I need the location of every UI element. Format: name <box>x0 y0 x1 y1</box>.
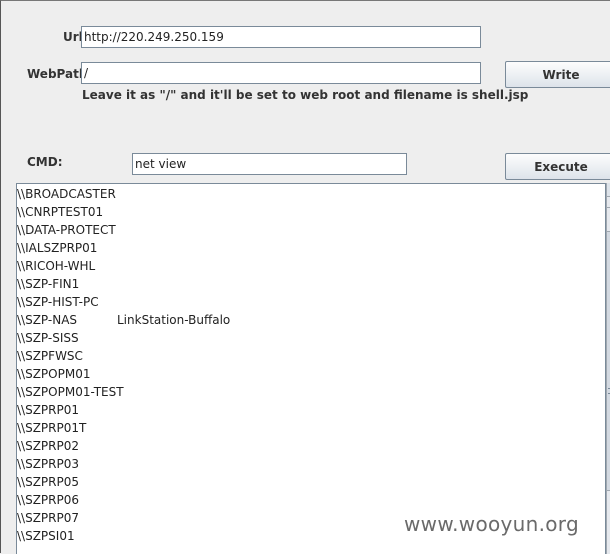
output-line: \\SZPRP02 <box>17 437 124 455</box>
host-name: \\SZPRP03 <box>17 457 80 471</box>
output-line: \\SZP-FIN1 <box>17 275 124 293</box>
host-name: \\SZP-FIN1 <box>17 277 80 291</box>
output-line: \\CNRPTEST01 <box>17 203 124 221</box>
execute-button[interactable]: Execute <box>505 153 610 180</box>
output-line: \\SZPOPM01-TEST <box>17 383 124 401</box>
webpath-hint: Leave it as "/" and it'll be set to web … <box>82 88 529 102</box>
host-name: \\SZP-NAS <box>17 313 78 327</box>
output-line: \\SZPRP05 <box>17 473 124 491</box>
output-line: \\SZP-HIST-PC <box>17 293 124 311</box>
output-line: \\IALSZPRP01 <box>17 239 124 257</box>
output-line: \\SZPOPM01 <box>17 365 124 383</box>
output-textarea[interactable]: \\BROADCASTER \\CNRPTEST01 \\DATA-PROTECT \… <box>16 183 606 554</box>
output-line: \\SZPSI01 <box>17 527 124 545</box>
host-name: \\SZPOPM01-TEST <box>17 385 124 399</box>
output-line: \\RICOH-WHL <box>17 257 124 275</box>
output-line: \\SZPRP06 <box>17 491 124 509</box>
host-name: \\SZPSI01 <box>17 529 75 543</box>
output-lines: \\BROADCASTER \\CNRPTEST01 \\DATA-PROTECT \… <box>17 184 230 545</box>
cmd-input[interactable] <box>132 153 407 175</box>
host-name: \\IALSZPRP01 <box>17 241 98 255</box>
webpath-input[interactable] <box>81 62 481 84</box>
output-line: \\SZPRP01 <box>17 401 124 419</box>
host-name: \\SZPRP02 <box>17 439 80 453</box>
url-input[interactable] <box>81 26 481 48</box>
host-name: \\BROADCASTER <box>17 187 116 201</box>
host-name: \\DATA-PROTECT <box>17 223 116 237</box>
host-name: \\SZPRP01T <box>17 421 87 435</box>
output-line: \\BROADCASTER <box>17 185 124 203</box>
host-name: \\SZP-SISS <box>17 331 79 345</box>
output-line: \\SZPRP03 <box>17 455 124 473</box>
output-line: \\SZPRP07 <box>17 509 124 527</box>
host-name: \\SZPRP05 <box>17 475 80 489</box>
cmd-label: CMD: <box>27 155 63 169</box>
output-line: \\SZP-SISS <box>17 329 124 347</box>
host-name: \\RICOH-WHL <box>17 259 96 273</box>
host-name: \\SZPOPM01 <box>17 367 91 381</box>
output-vertical-scrollbar[interactable] <box>606 183 610 554</box>
output-line: \\SZPRP01T <box>17 419 124 437</box>
output-line: \\SZP-NAS LinkStation-Buffalo <box>17 311 230 329</box>
app-window: Url: WebPath: Write Leave it as "/" and … <box>0 0 610 554</box>
output-line: \\DATA-PROTECT <box>17 221 124 239</box>
host-name: \\SZPRP06 <box>17 493 80 507</box>
host-name: \\CNRPTEST01 <box>17 205 104 219</box>
host-name: \\SZPRP07 <box>17 511 80 525</box>
host-name: \\SZPFWSC <box>17 349 83 363</box>
watermark: www.wooyun.org <box>404 512 579 536</box>
output-line: \\SZPFWSC <box>17 347 124 365</box>
host-name: \\SZPRP01 <box>17 403 80 417</box>
write-button[interactable]: Write <box>505 61 610 88</box>
host-name: \\SZP-HIST-PC <box>17 295 99 309</box>
host-remark: LinkStation-Buffalo <box>117 313 231 327</box>
